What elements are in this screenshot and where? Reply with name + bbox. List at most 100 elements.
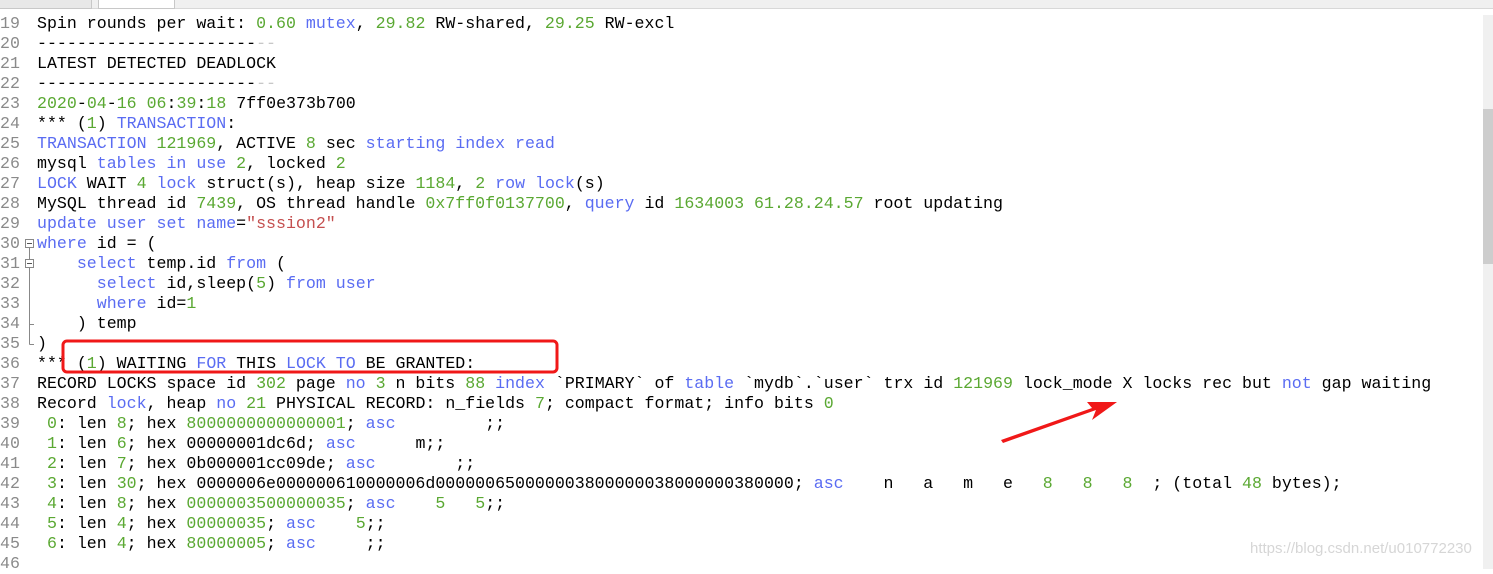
- code-line[interactable]: 36 *** (1) WAITING FOR THIS LOCK TO BE GR…: [0, 354, 1480, 374]
- code-line[interactable]: 38 Record lock, heap no 21 PHYSICAL RECOR…: [0, 394, 1480, 414]
- code-line[interactable]: 25 TRANSACTION 121969, ACTIVE 8 sec start…: [0, 134, 1480, 154]
- code-line[interactable]: 44 5: len 4; hex 00000035; asc 5;;: [0, 514, 1480, 534]
- tab-bar: [0, 0, 1493, 9]
- text-token: ;;: [365, 514, 386, 533]
- code-line[interactable]: 41 2: len 7; hex 0b000001cc09de; asc ;;: [0, 454, 1480, 474]
- code-line[interactable]: 30 where id = (: [0, 234, 1480, 254]
- text-token: RW-shared,: [425, 14, 545, 33]
- vertical-scrollbar[interactable]: [1483, 15, 1493, 569]
- code-text: update user set name="sssion2": [37, 214, 336, 234]
- number-token: 5: [435, 494, 446, 513]
- code-line[interactable]: 31 select temp.id from (: [0, 254, 1480, 274]
- line-number: 31: [0, 254, 20, 273]
- code-line[interactable]: 35): [0, 334, 1480, 354]
- code-line[interactable]: 43 4: len 8; hex 0000003500000035; asc 5…: [0, 494, 1480, 514]
- code-line[interactable]: 22 ------------------------: [0, 74, 1480, 94]
- text-token: ----------------------: [37, 34, 257, 53]
- keyword-token: select: [76, 254, 137, 273]
- text-token: ;;: [315, 534, 386, 553]
- number-token: 00000035: [186, 514, 267, 533]
- number-token: 2: [475, 174, 486, 193]
- code-line[interactable]: 21 LATEST DETECTED DEADLOCK: [0, 54, 1480, 74]
- number-token: 2: [46, 454, 57, 473]
- line-number: 28: [0, 194, 20, 213]
- fold-line-icon: [29, 314, 34, 334]
- code-line[interactable]: 29 update user set name="sssion2": [0, 214, 1480, 234]
- number-token: 30: [116, 474, 137, 493]
- number-token: 1: [86, 354, 97, 373]
- number-token: 2: [236, 154, 247, 173]
- code-line[interactable]: 28 MySQL thread id 7439, OS thread handle…: [0, 194, 1480, 214]
- keyword-token: asc: [813, 474, 844, 493]
- line-number: 46: [0, 554, 20, 573]
- code-line[interactable]: 23 2020-04-16 06:39:18 7ff0e373b700: [0, 94, 1480, 114]
- number-token: 6: [46, 534, 57, 553]
- text-token: ; compact format; info bits: [544, 394, 824, 413]
- number-token: 0: [823, 394, 834, 413]
- text-token: sec: [315, 134, 366, 153]
- tab-inactive[interactable]: [0, 0, 92, 9]
- text-token: :: [196, 94, 207, 113]
- number-token: 7: [116, 454, 127, 473]
- number-token: 29.82: [375, 14, 426, 33]
- code-text: LATEST DETECTED DEADLOCK: [37, 54, 276, 74]
- line-number: 20: [0, 34, 20, 53]
- text-token: THIS: [226, 354, 286, 373]
- code-line[interactable]: 42 3: len 30; hex 0000006e00000061000000…: [0, 474, 1480, 494]
- code-text: Record lock, heap no 21 PHYSICAL RECORD:…: [37, 394, 834, 414]
- number-token: 8: [1122, 474, 1133, 493]
- line-number: 33: [0, 294, 20, 313]
- code-text: LOCK WAIT 4 lock struct(s), heap size 11…: [37, 174, 605, 194]
- text-token: root updating: [863, 194, 1003, 213]
- text-token: : len: [56, 434, 117, 453]
- line-number: 22: [0, 74, 20, 93]
- code-text: 1: len 6; hex 00000001dc6d; asc m;;: [37, 434, 445, 454]
- text-token: ; hex: [126, 534, 187, 553]
- text-token: `mydb`.`user` trx id: [734, 374, 954, 393]
- code-line[interactable]: 32 select id,sleep(5) from user: [0, 274, 1480, 294]
- text-token: , ACTIVE: [216, 134, 306, 153]
- text-token: RECORD LOCKS space id: [37, 374, 257, 393]
- code-line[interactable]: 24 *** (1) TRANSACTION:: [0, 114, 1480, 134]
- code-line[interactable]: 27 LOCK WAIT 4 lock struct(s), heap size …: [0, 174, 1480, 194]
- number-token: 8000000000000001: [186, 414, 346, 433]
- number-token: 6: [116, 434, 127, 453]
- code-line[interactable]: 46: [0, 554, 1480, 574]
- keyword-token: table: [684, 374, 735, 393]
- code-text: ): [37, 334, 47, 354]
- code-line[interactable]: 26 mysql tables in use 2, locked 2: [0, 154, 1480, 174]
- text-token: ) WAITING: [96, 354, 197, 373]
- fold-line-icon: [29, 334, 34, 345]
- code-line[interactable]: 20 ------------------------: [0, 34, 1480, 54]
- code-line[interactable]: 33 where id=1: [0, 294, 1480, 314]
- number-token: 04: [86, 94, 107, 113]
- text-token: RW-excl: [594, 14, 675, 33]
- code-line[interactable]: 37 RECORD LOCKS space id 302 page no 3 n …: [0, 374, 1480, 394]
- fold-toggle-icon[interactable]: [25, 254, 34, 274]
- text-token: =: [236, 214, 247, 233]
- number-token: 1: [46, 434, 57, 453]
- line-number: 43: [0, 494, 20, 513]
- code-line[interactable]: 19 Spin rounds per wait: 0.60 mutex, 29.8…: [0, 14, 1480, 34]
- code-text: Spin rounds per wait: 0.60 mutex, 29.82 …: [37, 14, 674, 34]
- number-token: 1: [186, 294, 197, 313]
- scrollbar-thumb[interactable]: [1483, 109, 1493, 264]
- number-token: 5: [355, 514, 366, 533]
- text-token: : len: [56, 474, 117, 493]
- code-line[interactable]: 40 1: len 6; hex 00000001dc6d; asc m;;: [0, 434, 1480, 454]
- number-token: 4: [116, 514, 127, 533]
- fold-toggle-icon[interactable]: [25, 234, 34, 254]
- code-line[interactable]: 39 0: len 8; hex 8000000000000001; asc ;…: [0, 414, 1480, 434]
- text-token: ;;: [375, 454, 476, 473]
- line-number: 27: [0, 174, 20, 193]
- code-line[interactable]: 34 ) temp: [0, 314, 1480, 334]
- text-token: lock_mode X locks rec but: [1012, 374, 1282, 393]
- code-editor[interactable]: 19 Spin rounds per wait: 0.60 mutex, 29.8…: [0, 14, 1480, 574]
- text-token: mysql: [37, 154, 97, 173]
- text-token: ,: [455, 174, 476, 193]
- tab-active[interactable]: [98, 0, 175, 9]
